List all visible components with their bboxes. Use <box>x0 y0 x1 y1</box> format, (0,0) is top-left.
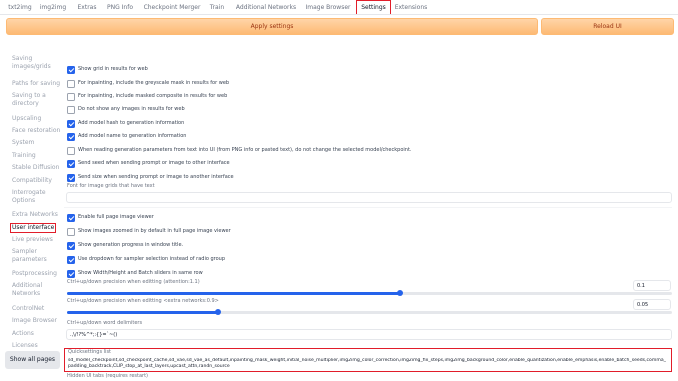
font-grid-label: Font for image grids that have text <box>67 183 155 189</box>
slider-handle[interactable] <box>396 290 403 296</box>
slider-handle[interactable] <box>215 309 222 315</box>
slider-fill <box>67 311 219 314</box>
sidebar-item-extra-networks[interactable]: Extra Networks <box>12 211 66 219</box>
checkbox[interactable] <box>67 242 75 250</box>
sidebar-item-saving-images[interactable]: Saving images/grids <box>12 55 66 71</box>
sidebar-item-face-restoration[interactable]: Face restoration <box>12 127 66 135</box>
sidebar-item-live-previews[interactable]: Live previews <box>12 236 66 244</box>
sidebar-item-controlnet[interactable]: ControlNet <box>12 305 66 313</box>
checkbox[interactable] <box>67 160 75 168</box>
sidebar-item-sampler-parameters[interactable]: Sampler parameters <box>12 248 66 264</box>
tab-extras[interactable]: Extras <box>75 2 99 13</box>
apply-settings-button[interactable]: Apply settings <box>6 18 538 35</box>
divider <box>64 207 672 208</box>
checkbox-label: For inpainting, include the greyscale ma… <box>78 80 230 86</box>
checkbox-label: Add model hash to generation information <box>78 120 185 126</box>
tab-checkpoint-merger[interactable]: Checkpoint Merger <box>142 2 202 13</box>
slider-attention-label: Ctrl+up/down precision when editting (at… <box>67 279 200 285</box>
checkbox-label: Show Width/Height and Batch sliders in s… <box>78 270 203 276</box>
checkbox[interactable] <box>67 93 75 101</box>
tab-settings[interactable]: Settings <box>356 0 391 14</box>
checkbox[interactable] <box>67 133 75 141</box>
word-delimiters-input[interactable]: .,\/!?%^*;:{}=`~() <box>66 329 672 340</box>
sidebar-item-saving-directory[interactable]: Saving to a directory <box>12 92 66 108</box>
sidebar-item-additional-networks[interactable]: Additional Networks <box>12 282 66 298</box>
slider-extra-networks-label: Ctrl+up/down precision when editting <ex… <box>67 298 219 304</box>
checkbox[interactable] <box>67 228 75 236</box>
checkbox[interactable] <box>67 270 75 278</box>
tab-txt2img[interactable]: txt2img <box>6 2 34 13</box>
sidebar-item-upscaling[interactable]: Upscaling <box>12 115 66 123</box>
slider-attention[interactable] <box>67 290 672 296</box>
sidebar-item-stable-diffusion[interactable]: Stable Diffusion <box>12 164 66 172</box>
slider-fill <box>67 292 400 295</box>
sidebar-item-licenses[interactable]: Licenses <box>12 342 66 350</box>
sidebar-item-user-interface[interactable]: User interface <box>10 223 57 233</box>
checkbox-label: Show grid in results for web <box>78 66 148 72</box>
checkbox-label: Enable full page image viewer <box>78 214 154 220</box>
hidden-tabs-label: Hidden UI tabs (requires restart) <box>67 373 148 379</box>
checkbox[interactable] <box>67 120 75 128</box>
checkbox[interactable] <box>67 106 75 114</box>
sidebar-item-system[interactable]: System <box>12 139 66 147</box>
quicksettings-input[interactable]: sd_model_checkpoint,sd_checkpoint_cache,… <box>68 358 668 370</box>
sidebar-item-paths[interactable]: Paths for saving <box>12 80 66 88</box>
slider-extra-networks[interactable] <box>67 309 672 315</box>
checkbox[interactable] <box>67 174 75 182</box>
checkbox[interactable] <box>67 256 75 264</box>
reload-ui-button[interactable]: Reload UI <box>541 18 674 35</box>
checkbox-label: For inpainting, include masked composite… <box>78 93 228 99</box>
checkbox-label: Do not show any images in results for we… <box>78 106 185 112</box>
font-grid-input[interactable] <box>66 192 672 203</box>
sidebar-item-image-browser[interactable]: Image Browser <box>12 317 66 325</box>
tab-extensions[interactable]: Extensions <box>394 2 428 13</box>
checkbox-label: Send size when sending prompt or image t… <box>78 174 234 180</box>
checkbox[interactable] <box>67 80 75 88</box>
sidebar-item-training[interactable]: Training <box>12 152 66 160</box>
tab-train[interactable]: Train <box>207 2 227 13</box>
checkbox-label: Use dropdown for sampler selection inste… <box>78 256 226 262</box>
sidebar-item-postprocessing[interactable]: Postprocessing <box>12 270 66 278</box>
checkbox[interactable] <box>67 214 75 222</box>
word-delimiters-label: Ctrl+up/down word delimiters <box>67 320 143 326</box>
checkbox[interactable] <box>67 66 75 74</box>
sidebar-item-actions[interactable]: Actions <box>12 330 66 338</box>
quicksettings-field: Quicksettings list sd_model_checkpoint,s… <box>64 348 672 372</box>
quicksettings-label: Quicksettings list <box>68 349 112 355</box>
checkbox-label: Show images zoomed in by default in full… <box>78 228 231 234</box>
checkbox[interactable] <box>67 147 75 155</box>
checkbox-label: Show generation progress in window title… <box>78 242 184 248</box>
checkbox-label: When reading generation parameters from … <box>78 147 412 153</box>
sidebar-item-interrogate[interactable]: Interrogate Options <box>12 189 66 205</box>
tab-img2img[interactable]: img2img <box>38 2 68 13</box>
checkbox-label: Send seed when sending prompt or image t… <box>78 160 230 166</box>
sidebar-item-compatibility[interactable]: Compatibility <box>12 177 66 185</box>
tab-image-browser[interactable]: Image Browser <box>305 2 351 13</box>
slider-extra-networks-value[interactable]: 0.05 <box>633 299 671 310</box>
top-tab-bar: txt2img img2img Extras PNG Info Checkpoi… <box>0 0 678 15</box>
checkbox-label: Add model name to generation information <box>78 133 187 139</box>
show-all-pages-button[interactable]: Show all pages <box>5 351 60 369</box>
tab-png-info[interactable]: PNG Info <box>104 2 136 13</box>
slider-attention-value[interactable]: 0.1 <box>633 280 671 291</box>
tab-additional-networks[interactable]: Additional Networks <box>233 2 299 13</box>
